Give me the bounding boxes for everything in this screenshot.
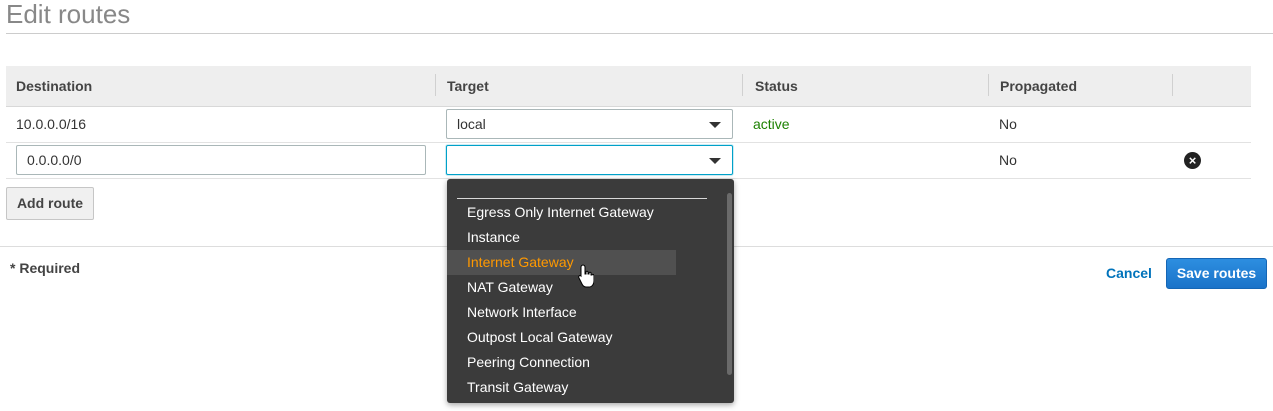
dropdown-option[interactable]: Network Interface [447,300,723,325]
caret-down-icon [709,122,721,128]
remove-circle-icon[interactable]: × [1184,152,1201,169]
hand-pointer-icon [578,264,594,288]
cancel-button[interactable]: Cancel [1106,265,1152,281]
target-select[interactable]: local [446,109,733,139]
status-badge: active [753,116,790,132]
column-header-target: Target [447,78,489,94]
title-divider [6,33,1273,34]
dropdown-divider [457,198,707,199]
column-divider [435,74,436,96]
column-header-propagated: Propagated [1000,78,1078,94]
target-select[interactable] [446,145,733,175]
page-title: Edit routes [6,0,131,29]
routes-table: Destination Target Status Propagated 10.… [6,66,1251,179]
required-note: * Required [10,260,81,276]
column-header-destination: Destination [16,78,93,94]
table-row: 10.0.0.0/16 local active No [6,107,1251,143]
target-dropdown-menu: Egress Only Internet Gateway Instance In… [447,179,734,403]
propagated-value: No [999,116,1017,132]
destination-value: 10.0.0.0/16 [16,116,87,132]
save-routes-button[interactable]: Save routes [1166,258,1267,289]
destination-input[interactable]: 0.0.0.0/0 [16,145,426,175]
dropdown-option[interactable]: Egress Only Internet Gateway [447,200,723,225]
column-divider [1172,74,1173,96]
dropdown-scrollbar[interactable] [727,193,732,375]
dropdown-option[interactable]: Transit Gateway [447,375,723,400]
target-select-value: local [457,116,486,132]
propagated-value: No [999,152,1017,168]
caret-down-icon [709,158,721,164]
dropdown-option-highlighted[interactable]: Internet Gateway [447,250,676,275]
dropdown-option[interactable]: Peering Connection [447,350,723,375]
column-divider [742,74,743,96]
add-route-button[interactable]: Add route [6,187,94,220]
column-header-status: Status [755,78,798,94]
table-row: 0.0.0.0/0 No × [6,143,1251,179]
dropdown-option[interactable]: Outpost Local Gateway [447,325,723,350]
dropdown-list: Egress Only Internet Gateway Instance In… [447,200,723,400]
column-divider [988,74,989,96]
table-header: Destination Target Status Propagated [6,66,1251,107]
dropdown-option[interactable]: Instance [447,225,723,250]
